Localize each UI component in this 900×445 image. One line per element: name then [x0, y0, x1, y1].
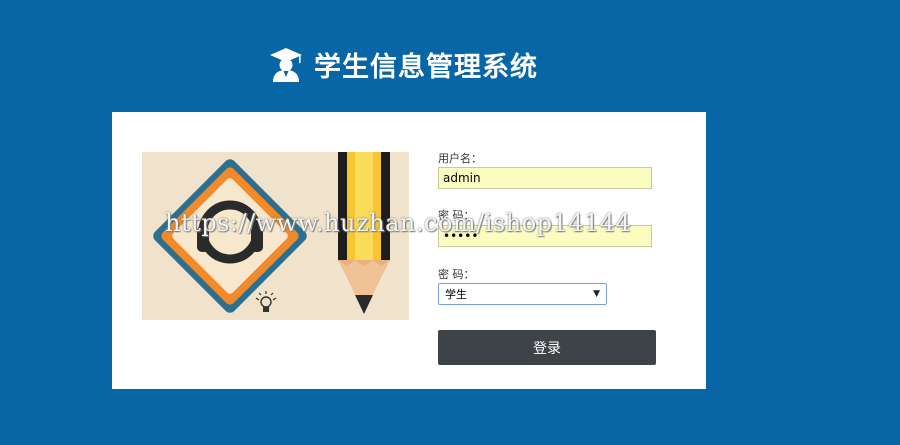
role-select-value: 学生: [445, 288, 467, 301]
username-field[interactable]: [438, 167, 652, 189]
role-label: 密 码：: [438, 268, 475, 281]
headset-pencil-illustration: [142, 152, 409, 320]
login-button[interactable]: 登录: [438, 330, 656, 365]
login-panel: 用户名： 密 码： 密 码： 学生 ▼ 登录: [112, 112, 706, 389]
app-title: 学生信息管理系统: [314, 51, 538, 83]
role-select[interactable]: 学生 ▼: [438, 283, 607, 305]
page-header: 学生信息管理系统: [268, 44, 538, 84]
username-label: 用户名：: [438, 152, 482, 165]
student-graduate-icon: [270, 48, 302, 82]
chevron-down-icon: ▼: [593, 289, 600, 299]
password-field[interactable]: [438, 225, 652, 247]
password-label: 密 码：: [438, 209, 475, 222]
